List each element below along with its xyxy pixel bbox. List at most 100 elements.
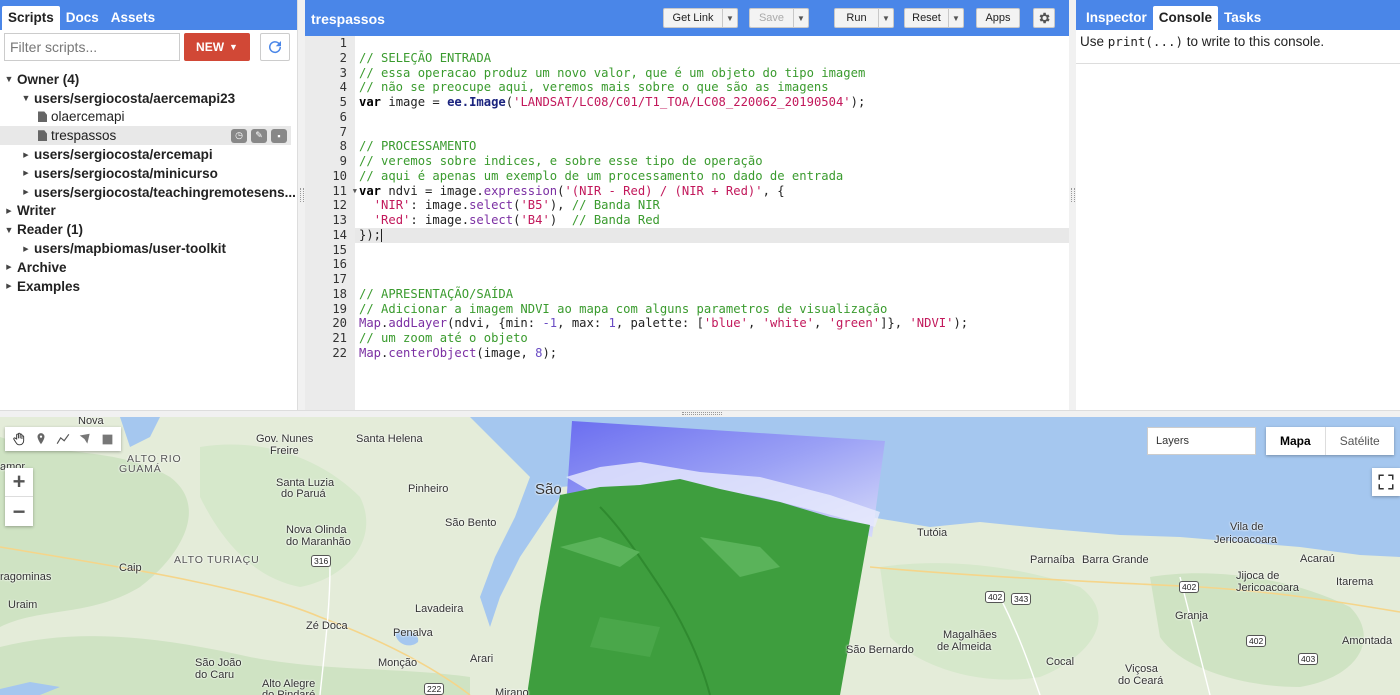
get-link-button[interactable]: Get Link bbox=[663, 8, 723, 28]
reset-button[interactable]: Reset bbox=[904, 8, 949, 28]
expanded-caret-icon[interactable]: ▼ bbox=[4, 225, 14, 235]
script-file-item[interactable]: trespassos ◷ ✎ ▪ bbox=[0, 126, 291, 146]
expanded-caret-icon[interactable]: ▼ bbox=[4, 74, 14, 84]
code-line[interactable] bbox=[359, 243, 1069, 258]
map-place-label: do Pindaré bbox=[262, 689, 316, 695]
point-tool[interactable] bbox=[33, 431, 49, 447]
code-line[interactable]: // SELEÇÃO ENTRADA bbox=[359, 51, 1069, 66]
refresh-button[interactable] bbox=[260, 33, 290, 61]
tree-folder-item[interactable]: ▼ Reader (1) bbox=[0, 220, 297, 239]
get-link-dropdown[interactable]: ▼ bbox=[723, 8, 738, 28]
map-place-label: Gov. Nunes bbox=[256, 433, 314, 445]
code-line[interactable]: 'NIR': image.select('B5'), // Banda NIR bbox=[359, 198, 1069, 213]
gear-icon bbox=[1039, 12, 1050, 24]
code-line[interactable]: // aqui é apenas um exemplo de um proces… bbox=[359, 169, 1069, 184]
run-button[interactable]: Run bbox=[834, 8, 879, 28]
code-line[interactable] bbox=[359, 257, 1069, 272]
zoom-in-button[interactable]: + bbox=[5, 468, 33, 497]
collapsed-caret-icon[interactable]: ▶ bbox=[4, 282, 14, 290]
code-line[interactable]: var ndvi = image.expression('(NIR - Red)… bbox=[359, 184, 1069, 199]
save-dropdown[interactable]: ▼ bbox=[794, 8, 809, 28]
tree-item-label: trespassos bbox=[51, 128, 117, 144]
collapsed-caret-icon[interactable]: ▶ bbox=[21, 188, 31, 196]
trash-icon[interactable]: ▪ bbox=[271, 128, 287, 143]
save-button[interactable]: Save bbox=[749, 8, 794, 28]
code-line[interactable] bbox=[359, 36, 1069, 51]
map-type-map[interactable]: Mapa bbox=[1266, 427, 1326, 455]
tree-item-label: Owner (4) bbox=[17, 71, 80, 87]
line-tool[interactable] bbox=[55, 431, 71, 447]
tree-item-label: Writer bbox=[17, 203, 56, 219]
code-line[interactable]: Map.addLayer(ndvi, {min: -1, max: 1, pal… bbox=[359, 316, 1069, 331]
console-hint-post: to write to this console. bbox=[1183, 34, 1325, 49]
map-view[interactable]: Nova Gov. Nunes Freire Santa Helena ALTO RIO… bbox=[0, 417, 1400, 695]
tab-docs[interactable]: Docs bbox=[60, 6, 105, 28]
new-button[interactable]: NEW ▼ bbox=[184, 33, 250, 61]
reset-dropdown[interactable]: ▼ bbox=[949, 8, 964, 28]
tab-scripts[interactable]: Scripts bbox=[2, 6, 60, 30]
tree-folder-item[interactable]: ▶ Writer bbox=[0, 202, 297, 221]
map-place-label: Viçosa bbox=[1125, 663, 1158, 675]
code-line[interactable] bbox=[359, 272, 1069, 287]
collapsed-caret-icon[interactable]: ▶ bbox=[21, 169, 31, 177]
tree-folder-item[interactable]: ▶ users/mapbiomas/user-toolkit bbox=[0, 239, 297, 258]
tab-assets[interactable]: Assets bbox=[105, 6, 161, 28]
road-shield: 222 bbox=[424, 683, 445, 695]
map-splitter[interactable] bbox=[0, 410, 1400, 417]
code-line[interactable] bbox=[359, 125, 1069, 140]
map-place-label: Penalva bbox=[393, 627, 433, 639]
code-line[interactable]: // Adicionar a imagem NDVI ao mapa com a… bbox=[359, 302, 1069, 317]
code-area[interactable]: 1 2 3 4 5 6 7 8 9 10 11 ▼ 12 13 14 15 16 17 18 19 20 21 22 // … bbox=[305, 36, 1069, 410]
rectangle-tool[interactable] bbox=[99, 431, 115, 447]
edit-icon[interactable]: ✎ bbox=[251, 128, 267, 143]
code-line[interactable]: // essa operacao produz um novo valor, q… bbox=[359, 66, 1069, 81]
code-line[interactable]: // não se preocupe aqui, veremos mais so… bbox=[359, 80, 1069, 95]
code-line[interactable]: }); bbox=[355, 227, 1069, 243]
console-hint-code: print(...) bbox=[1107, 34, 1184, 49]
tree-folder-item[interactable]: ▼ users/sergiocosta/aercemapi23 bbox=[0, 89, 297, 108]
caret-down-icon: ▼ bbox=[797, 13, 805, 23]
tab-console[interactable]: Console bbox=[1152, 6, 1219, 30]
code-line[interactable]: Map.centerObject(image, 8); bbox=[359, 346, 1069, 361]
polygon-tool[interactable] bbox=[77, 431, 93, 447]
zoom-out-button[interactable]: − bbox=[5, 497, 33, 526]
tree-folder-item[interactable]: ▶ Archive bbox=[0, 258, 297, 277]
collapsed-caret-icon[interactable]: ▶ bbox=[21, 151, 31, 159]
code-lines[interactable]: // SELEÇÃO ENTRADA// essa operacao produ… bbox=[355, 36, 1069, 410]
line-number: 16 bbox=[332, 257, 347, 272]
history-icon[interactable]: ◷ bbox=[231, 128, 247, 143]
tree-folder-item[interactable]: ▼ Owner (4) bbox=[0, 70, 297, 89]
collapsed-caret-icon[interactable]: ▶ bbox=[4, 263, 14, 271]
code-line[interactable]: // PROCESSAMENTO bbox=[359, 139, 1069, 154]
line-number: 13 bbox=[332, 213, 347, 227]
apps-button[interactable]: Apps bbox=[976, 8, 1020, 28]
code-line[interactable]: var image = ee.Image('LANDSAT/LC08/C01/T… bbox=[359, 95, 1069, 110]
filter-scripts-input[interactable] bbox=[4, 33, 180, 61]
tree-folder-item[interactable]: ▶ users/sergiocosta/ercemapi bbox=[0, 145, 297, 164]
expanded-caret-icon[interactable]: ▼ bbox=[21, 93, 31, 103]
fullscreen-button[interactable] bbox=[1372, 468, 1400, 496]
map-place-label: Jijoca de bbox=[1236, 570, 1280, 582]
layers-control[interactable]: Layers bbox=[1147, 427, 1256, 455]
collapsed-caret-icon[interactable]: ▶ bbox=[21, 245, 31, 253]
script-file-item[interactable]: olaercemapi bbox=[0, 108, 297, 127]
settings-button[interactable] bbox=[1033, 8, 1055, 28]
line-number: 5 bbox=[339, 95, 347, 109]
map-type-satellite[interactable]: Satélite bbox=[1326, 427, 1394, 455]
tab-inspector[interactable]: Inspector bbox=[1080, 6, 1153, 28]
code-line[interactable] bbox=[359, 110, 1069, 125]
code-line[interactable]: // um zoom até o objeto bbox=[359, 331, 1069, 346]
tab-tasks[interactable]: Tasks bbox=[1218, 6, 1267, 28]
earth-engine-code-editor: Scripts Docs Assets NEW ▼ ▼Owner (4)▼use… bbox=[0, 0, 1400, 695]
map-place-label: Arari bbox=[470, 653, 494, 665]
tree-folder-item[interactable]: ▶ users/sergiocosta/minicurso bbox=[0, 164, 297, 183]
code-line[interactable]: 'Red': image.select('B4') // Banda Red bbox=[359, 213, 1069, 228]
code-line[interactable]: // veremos sobre indices, e sobre esse t… bbox=[359, 154, 1069, 169]
code-line[interactable]: // APRESENTAÇÃO/SAÍDA bbox=[359, 287, 1069, 302]
tree-folder-item[interactable]: ▶ users/sergiocosta/teachingremotesens... bbox=[0, 183, 297, 202]
collapsed-caret-icon[interactable]: ▶ bbox=[4, 207, 14, 215]
map-place-label: de Almeida bbox=[937, 641, 992, 653]
run-dropdown[interactable]: ▼ bbox=[879, 8, 894, 28]
hand-pan-tool[interactable] bbox=[11, 431, 27, 447]
tree-folder-item[interactable]: ▶ Examples bbox=[0, 277, 297, 296]
